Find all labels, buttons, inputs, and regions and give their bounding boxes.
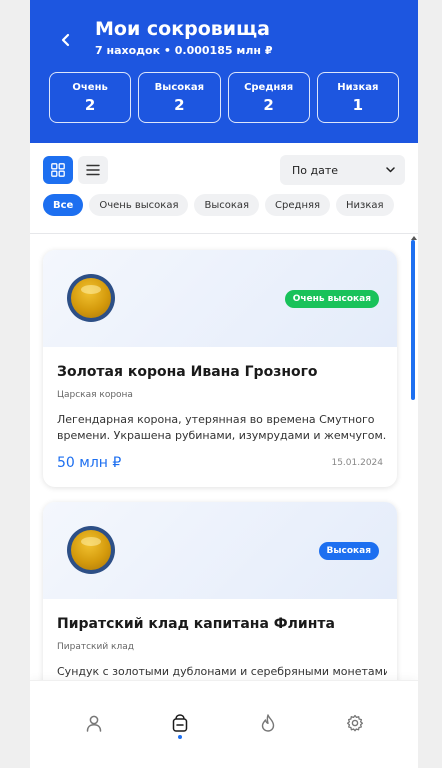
treasure-value: 50 млн ₽ xyxy=(57,455,122,471)
card-banner: Высокая xyxy=(43,502,397,599)
stat-value: 2 xyxy=(84,95,96,114)
description-line: времени. Украшена рубинами, изумрудами и… xyxy=(57,429,387,442)
coin-icon xyxy=(67,526,115,574)
stat-high[interactable]: Высокая 2 xyxy=(138,72,221,123)
treasure-description: Сундук с золотыми дублонами и серебряным… xyxy=(57,664,387,680)
sort-select[interactable]: По дате xyxy=(280,155,405,185)
back-button[interactable] xyxy=(54,28,78,52)
list-view-button[interactable] xyxy=(78,156,108,184)
filter-chip-medium[interactable]: Средняя xyxy=(265,194,331,216)
priority-badge: Очень высокая xyxy=(284,290,379,308)
stat-value: 1 xyxy=(352,95,364,114)
stat-value: 2 xyxy=(263,95,274,114)
scrollbar[interactable] xyxy=(411,240,416,676)
filter-chip-all[interactable]: Все xyxy=(43,194,84,216)
grid-view-button[interactable] xyxy=(43,156,73,184)
header: Мои сокровища 7 находок • 0.000185 млн ₽… xyxy=(30,0,418,143)
treasure-category: Пиратский клад xyxy=(57,642,134,652)
nav-settings[interactable] xyxy=(341,709,369,737)
nav-hot[interactable] xyxy=(254,709,282,737)
scrollbar-thumb[interactable] xyxy=(411,240,415,400)
fire-icon xyxy=(261,714,275,732)
stat-medium[interactable]: Средняя 2 xyxy=(227,72,310,123)
bottom-nav xyxy=(30,680,418,768)
nav-treasures[interactable] xyxy=(166,709,194,737)
nav-profile[interactable] xyxy=(80,709,108,737)
list-icon xyxy=(86,164,100,176)
treasure-date: 15.01.2024 xyxy=(331,458,383,468)
page-title: Мои сокровища xyxy=(95,18,270,40)
treasure-description: Легендарная корона, утерянная во времена… xyxy=(57,412,387,444)
treasure-card[interactable]: Очень высокая Золотая корона Ивана Грозн… xyxy=(43,250,397,487)
chevron-left-icon xyxy=(61,33,70,47)
stat-label: Высокая xyxy=(154,81,205,93)
stat-label: Очень xyxy=(72,81,108,93)
stat-label: Низкая xyxy=(337,81,379,93)
sort-value: По дате xyxy=(292,163,339,177)
description-line: Сундук с золотыми дублонами и серебряным… xyxy=(57,665,387,678)
treasure-card[interactable]: Высокая Пиратский клад капитана Флинта П… xyxy=(43,502,397,680)
treasure-name: Золотая корона Ивана Грозного xyxy=(57,364,318,380)
priority-badge: Высокая xyxy=(318,542,379,560)
coin-icon xyxy=(67,274,115,322)
filter-chip-low[interactable]: Низкая xyxy=(336,194,394,216)
profile-icon xyxy=(86,715,102,732)
filter-chip-very-high[interactable]: Очень высокая xyxy=(89,194,189,216)
treasure-category: Царская корона xyxy=(57,390,133,400)
page-subtitle: 7 находок • 0.000185 млн ₽ xyxy=(95,44,273,57)
filter-chips: Все Очень высокая Высокая Средняя Низкая xyxy=(43,194,394,216)
card-banner: Очень высокая xyxy=(43,250,397,347)
treasure-name: Пиратский клад капитана Флинта xyxy=(57,616,335,632)
toolbar: По дате Все Очень высокая Высокая Средня… xyxy=(30,143,418,233)
grid-icon xyxy=(51,163,65,177)
chevron-down-icon xyxy=(386,167,395,173)
app-frame: Мои сокровища 7 находок • 0.000185 млн ₽… xyxy=(30,0,418,768)
stats-row: Очень 2 Высокая 2 Средняя 2 Низкая 1 xyxy=(49,72,399,123)
treasure-icon xyxy=(172,714,188,732)
treasure-list: Очень высокая Золотая корона Ивана Грозн… xyxy=(30,234,418,680)
active-indicator xyxy=(178,735,182,739)
filter-chip-high[interactable]: Высокая xyxy=(194,194,260,216)
gear-icon xyxy=(346,714,364,732)
stat-very-high[interactable]: Очень 2 xyxy=(49,72,132,123)
stat-value: 2 xyxy=(174,95,185,114)
stat-low[interactable]: Низкая 1 xyxy=(316,72,399,123)
stat-label: Средняя xyxy=(244,81,294,93)
description-line: Легендарная корона, утерянная во времена… xyxy=(57,413,375,426)
